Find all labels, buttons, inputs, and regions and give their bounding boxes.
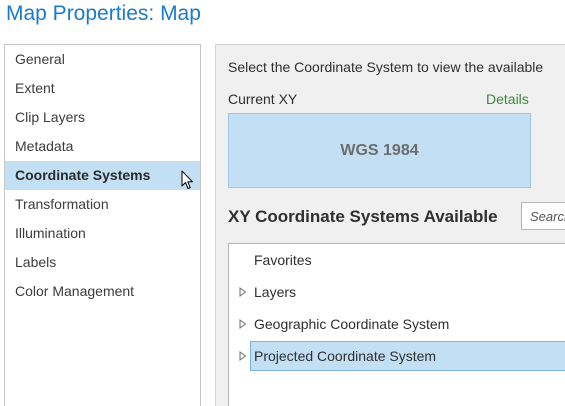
coordinate-systems-tree: Favorites Layers Geographic Coordinate S… bbox=[228, 243, 565, 406]
nav-item-metadata[interactable]: Metadata bbox=[5, 132, 200, 161]
nav-item-extent[interactable]: Extent bbox=[5, 74, 200, 103]
properties-nav: General Extent Clip Layers Metadata Coor… bbox=[4, 44, 201, 406]
mouse-cursor-icon bbox=[181, 170, 193, 189]
search-input[interactable] bbox=[521, 202, 565, 230]
coordinate-systems-panel: Select the Coordinate System to view the… bbox=[215, 44, 565, 406]
details-link[interactable]: Details bbox=[486, 91, 529, 107]
dialog-title: Map Properties: Map bbox=[6, 2, 201, 25]
expand-arrow-icon[interactable] bbox=[239, 287, 247, 297]
expand-arrow-icon[interactable] bbox=[239, 319, 247, 329]
nav-item-labels[interactable]: Labels bbox=[5, 248, 200, 277]
nav-item-transformation[interactable]: Transformation bbox=[5, 190, 200, 219]
nav-item-color-management[interactable]: Color Management bbox=[5, 277, 200, 306]
tree-item-label: Geographic Coordinate System bbox=[254, 316, 450, 332]
current-xy-label: Current XY bbox=[228, 91, 298, 107]
tree-item-label: Favorites bbox=[254, 252, 312, 268]
tree-item-label: Projected Coordinate System bbox=[254, 348, 437, 364]
current-coordinate-system-value: WGS 1984 bbox=[340, 141, 419, 159]
nav-item-illumination[interactable]: Illumination bbox=[5, 219, 200, 248]
nav-item-clip-layers[interactable]: Clip Layers bbox=[5, 103, 200, 132]
available-systems-heading: XY Coordinate Systems Available bbox=[228, 207, 498, 226]
current-coordinate-system-box: WGS 1984 bbox=[228, 113, 531, 188]
tree-item-projected-coordinate-system[interactable]: Projected Coordinate System bbox=[239, 341, 565, 371]
tree-item-label: Layers bbox=[254, 284, 297, 300]
nav-item-general[interactable]: General bbox=[5, 45, 200, 74]
nav-item-coordinate-systems[interactable]: Coordinate Systems bbox=[5, 161, 200, 190]
expand-arrow-icon[interactable] bbox=[239, 351, 247, 361]
map-properties-dialog: Map Properties: Map General Extent Clip … bbox=[0, 0, 565, 406]
intro-text: Select the Coordinate System to view the… bbox=[228, 59, 544, 75]
